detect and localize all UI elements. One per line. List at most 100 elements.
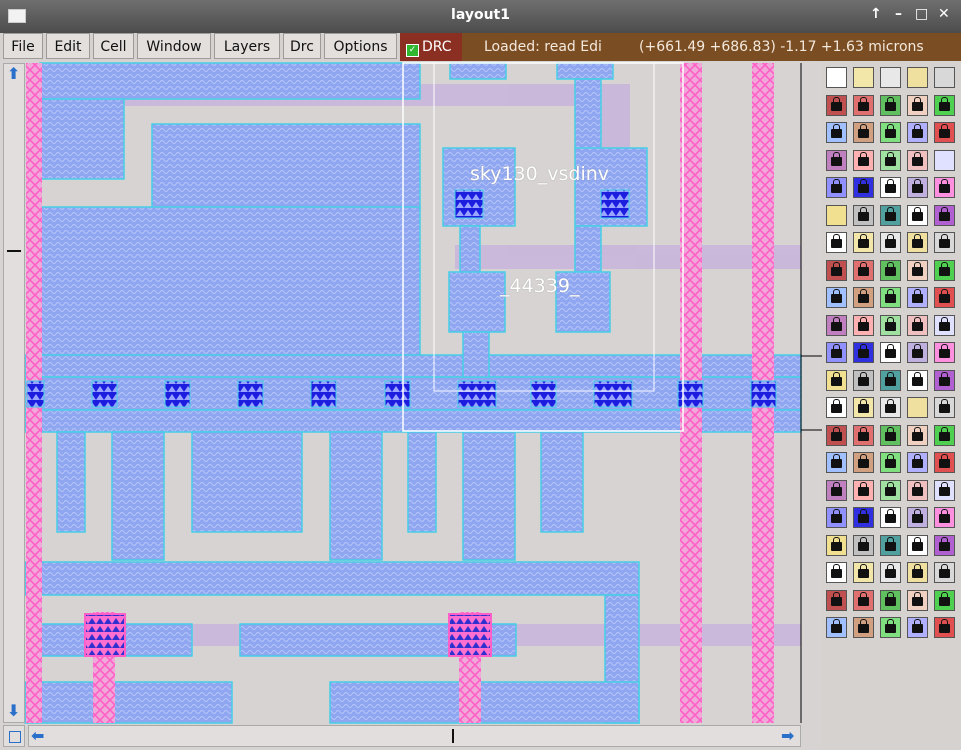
- layer-swatch[interactable]: [853, 617, 874, 638]
- layer-swatch[interactable]: [826, 479, 847, 501]
- layer-swatch[interactable]: [826, 204, 847, 226]
- layer-swatch[interactable]: [880, 67, 901, 88]
- layer-swatch[interactable]: [907, 67, 928, 88]
- layer-swatch[interactable]: [934, 507, 955, 528]
- vertical-scrollbar[interactable]: ⬆ ⬇: [3, 63, 25, 723]
- layer-swatch[interactable]: [907, 287, 928, 308]
- layer-swatch[interactable]: [934, 589, 955, 611]
- layer-swatch[interactable]: [853, 452, 874, 473]
- layer-swatch[interactable]: [826, 177, 847, 198]
- layer-swatch[interactable]: [907, 342, 928, 363]
- layer-swatch[interactable]: [853, 149, 874, 171]
- layer-swatch[interactable]: [907, 149, 928, 171]
- layer-swatch[interactable]: [826, 342, 847, 363]
- layer-swatch[interactable]: [853, 424, 874, 446]
- layer-swatch[interactable]: [826, 397, 847, 418]
- layer-swatch[interactable]: [853, 397, 874, 418]
- layer-swatch[interactable]: [934, 177, 955, 198]
- layer-swatch[interactable]: [934, 314, 955, 336]
- layer-swatch[interactable]: [880, 314, 901, 336]
- layer-swatch[interactable]: [907, 617, 928, 638]
- layer-swatch[interactable]: [934, 122, 955, 143]
- layer-swatch[interactable]: [826, 122, 847, 143]
- layer-swatch[interactable]: [880, 562, 901, 583]
- layer-swatch[interactable]: [934, 562, 955, 583]
- layer-swatch[interactable]: [853, 232, 874, 253]
- layer-swatch[interactable]: [853, 122, 874, 143]
- layer-swatch[interactable]: [853, 259, 874, 281]
- layer-swatch[interactable]: [934, 67, 955, 88]
- layer-swatch[interactable]: [934, 534, 955, 556]
- layer-swatch[interactable]: [907, 232, 928, 253]
- layer-swatch[interactable]: [880, 204, 901, 226]
- layer-swatch[interactable]: [826, 562, 847, 583]
- layer-swatch[interactable]: [880, 397, 901, 418]
- layer-swatch[interactable]: [826, 424, 847, 446]
- left-arrow-icon[interactable]: ⬅: [31, 727, 44, 745]
- layer-swatch[interactable]: [826, 314, 847, 336]
- layer-swatch[interactable]: [826, 287, 847, 308]
- layer-swatch[interactable]: [853, 342, 874, 363]
- layer-swatch[interactable]: [907, 424, 928, 446]
- layer-swatch[interactable]: [907, 204, 928, 226]
- layer-swatch[interactable]: [826, 534, 847, 556]
- layer-swatch[interactable]: [907, 534, 928, 556]
- down-arrow-icon[interactable]: ⬇: [7, 702, 20, 720]
- layer-swatch[interactable]: [853, 287, 874, 308]
- layer-swatch[interactable]: [934, 232, 955, 253]
- layer-swatch[interactable]: [880, 259, 901, 281]
- layer-swatch[interactable]: [934, 479, 955, 501]
- layer-swatch[interactable]: [907, 589, 928, 611]
- layer-swatch[interactable]: [880, 589, 901, 611]
- layout-canvas[interactable]: [0, 0, 961, 750]
- layer-swatch[interactable]: [880, 424, 901, 446]
- layer-swatch[interactable]: [907, 314, 928, 336]
- layer-swatch[interactable]: [853, 479, 874, 501]
- layer-swatch[interactable]: [907, 507, 928, 528]
- layer-swatch[interactable]: [907, 177, 928, 198]
- layer-swatch[interactable]: [907, 397, 928, 418]
- layer-swatch[interactable]: [853, 94, 874, 116]
- layer-swatch[interactable]: [826, 617, 847, 638]
- layer-swatch[interactable]: [880, 177, 901, 198]
- layer-swatch[interactable]: [826, 259, 847, 281]
- layer-swatch[interactable]: [880, 342, 901, 363]
- layer-swatch[interactable]: [934, 259, 955, 281]
- layer-swatch[interactable]: [880, 369, 901, 391]
- layer-swatch[interactable]: [880, 452, 901, 473]
- layer-swatch[interactable]: [880, 617, 901, 638]
- layer-swatch[interactable]: [880, 232, 901, 253]
- layer-swatch[interactable]: [907, 562, 928, 583]
- layer-swatch[interactable]: [880, 149, 901, 171]
- horizontal-scroll-thumb[interactable]: [452, 729, 454, 743]
- up-arrow-icon[interactable]: ⬆: [7, 65, 20, 83]
- layer-swatch[interactable]: [853, 204, 874, 226]
- layer-swatch[interactable]: [826, 67, 847, 88]
- layer-swatch[interactable]: [934, 424, 955, 446]
- layer-swatch[interactable]: [853, 314, 874, 336]
- layer-swatch[interactable]: [853, 177, 874, 198]
- zoom-corner-box[interactable]: [3, 725, 25, 747]
- layer-swatch[interactable]: [907, 369, 928, 391]
- layer-swatch[interactable]: [907, 259, 928, 281]
- layer-swatch[interactable]: [880, 122, 901, 143]
- layer-swatch[interactable]: [853, 67, 874, 88]
- layer-swatch[interactable]: [853, 534, 874, 556]
- layer-swatch[interactable]: [934, 204, 955, 226]
- layer-swatch[interactable]: [826, 232, 847, 253]
- right-arrow-icon[interactable]: ➡: [781, 727, 794, 745]
- layer-swatch[interactable]: [934, 149, 955, 171]
- layer-swatch[interactable]: [907, 94, 928, 116]
- layer-swatch[interactable]: [907, 452, 928, 473]
- layer-swatch[interactable]: [934, 617, 955, 638]
- layer-swatch[interactable]: [880, 287, 901, 308]
- layer-swatch[interactable]: [934, 369, 955, 391]
- layer-swatch[interactable]: [826, 507, 847, 528]
- layer-swatch[interactable]: [853, 562, 874, 583]
- layer-swatch[interactable]: [826, 94, 847, 116]
- layer-swatch[interactable]: [880, 94, 901, 116]
- layer-swatch[interactable]: [826, 369, 847, 391]
- layer-swatch[interactable]: [880, 507, 901, 528]
- horizontal-scrollbar[interactable]: ⬅ ➡: [28, 725, 801, 747]
- layer-swatch[interactable]: [907, 122, 928, 143]
